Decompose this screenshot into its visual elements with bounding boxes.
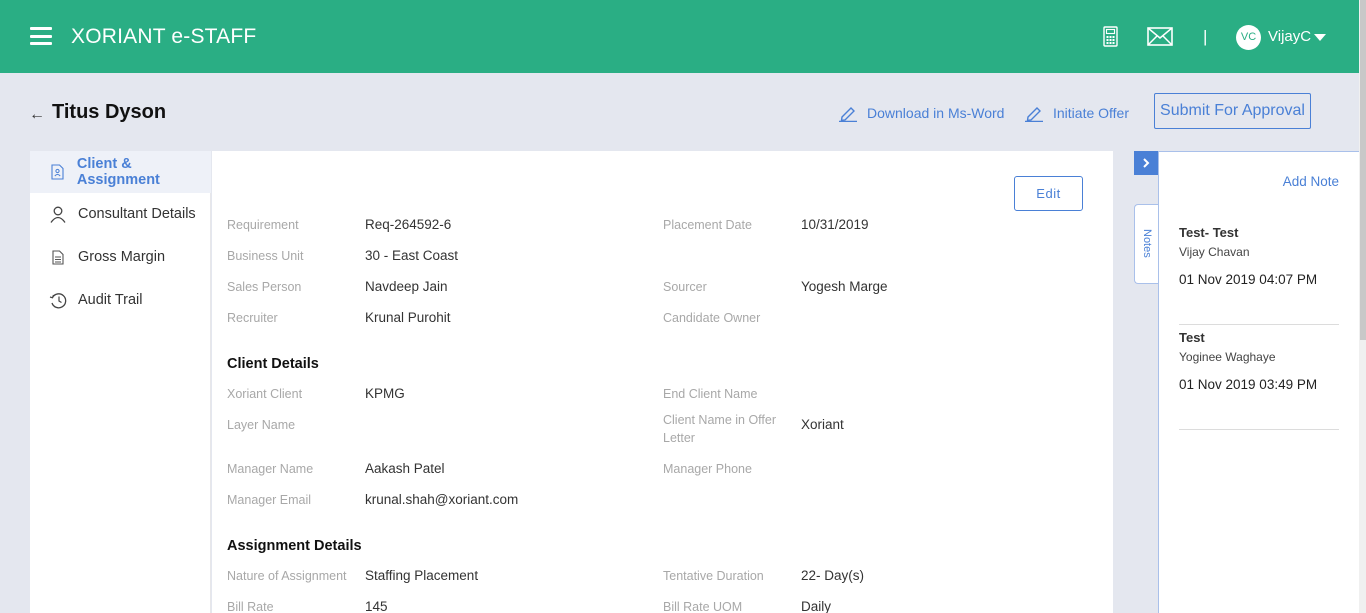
nav-item-audit-trail[interactable]: Audit Trail bbox=[30, 279, 211, 321]
top-bar: XORIANT e-STAFF | VC VijayC bbox=[0, 0, 1366, 73]
field-label: Nature of Assignment bbox=[227, 569, 347, 583]
initiate-offer-link[interactable]: Initiate Offer bbox=[1024, 104, 1129, 122]
nav-item-client-assignment[interactable]: Client & Assignment bbox=[30, 151, 211, 193]
tentative-duration-value: 22- Day(s) bbox=[801, 568, 865, 583]
field-label: Recruiter bbox=[227, 311, 278, 325]
field-label: Requirement bbox=[227, 218, 299, 232]
note-item[interactable]: Test- Test Vijay Chavan 01 Nov 2019 04:0… bbox=[1179, 225, 1339, 325]
field-label: Bill Rate UOM bbox=[663, 600, 743, 613]
field-label: Manager Name bbox=[227, 462, 314, 476]
download-ms-word-link[interactable]: Download in Ms-Word bbox=[838, 104, 1004, 122]
chevron-right-icon bbox=[1143, 158, 1150, 168]
calculator-icon[interactable] bbox=[1103, 26, 1118, 52]
xoriant-client-value: KPMG bbox=[365, 386, 405, 401]
field-label: Placement Date bbox=[663, 218, 752, 232]
menu-icon[interactable] bbox=[30, 27, 52, 45]
document-user-icon bbox=[47, 164, 68, 180]
nature-of-assignment-value: Staffing Placement bbox=[365, 568, 479, 583]
field-label: Bill Rate bbox=[227, 600, 274, 613]
field-label: Client Name in Offer bbox=[663, 413, 777, 427]
note-date: 01 Nov 2019 03:49 PM bbox=[1179, 377, 1318, 392]
nav-item-label: Consultant Details bbox=[78, 206, 196, 222]
field-label: End Client Name bbox=[663, 387, 758, 401]
left-nav: Client & Assignment Consultant Details G… bbox=[30, 151, 211, 613]
field-label: Manager Email bbox=[227, 493, 312, 507]
field-label: Xoriant Client bbox=[227, 387, 303, 401]
user-name[interactable]: VijayC bbox=[1268, 28, 1311, 45]
client-assignment-panel: Edit Requirement Req-264592-6 Placement … bbox=[212, 151, 1113, 613]
document-icon bbox=[47, 249, 69, 265]
business-unit-value: 30 - East Coast bbox=[365, 248, 459, 263]
field-label: Sales Person bbox=[227, 280, 302, 294]
person-icon bbox=[47, 206, 69, 223]
nav-item-label: Audit Trail bbox=[78, 292, 143, 308]
note-title: Test bbox=[1179, 330, 1205, 345]
manager-email-value: krunal.shah@xoriant.com bbox=[365, 492, 519, 507]
note-date: 01 Nov 2019 04:07 PM bbox=[1179, 272, 1318, 287]
add-note-link[interactable]: Add Note bbox=[1283, 174, 1339, 189]
header-separator: | bbox=[1203, 27, 1208, 46]
back-arrow-icon[interactable]: ← bbox=[29, 106, 45, 124]
app-title[interactable]: XORIANT e-STAFF bbox=[71, 25, 256, 49]
page-title: Titus Dyson bbox=[52, 101, 167, 123]
requirement-value: Req-264592-6 bbox=[365, 217, 452, 232]
scrollbar-thumb[interactable] bbox=[1360, 0, 1366, 340]
client-name-offer-value: Xoriant bbox=[801, 417, 844, 432]
note-author: Vijay Chavan bbox=[1179, 245, 1250, 259]
pencil-icon bbox=[1025, 107, 1043, 122]
field-label: Letter bbox=[663, 431, 695, 445]
edit-button[interactable]: Edit bbox=[1014, 176, 1083, 211]
bill-rate-value: 145 bbox=[365, 599, 388, 613]
field-label: Sourcer bbox=[663, 280, 707, 294]
placement-date-value: 10/31/2019 bbox=[801, 217, 869, 232]
field-label: Tentative Duration bbox=[663, 569, 764, 583]
section-heading: Client Details bbox=[227, 356, 319, 372]
manager-name-value: Aakash Patel bbox=[365, 461, 445, 476]
submit-for-approval-button[interactable]: Submit For Approval bbox=[1154, 93, 1311, 129]
note-title: Test- Test bbox=[1179, 225, 1239, 240]
bill-rate-uom-value: Daily bbox=[801, 599, 832, 613]
notes-tab[interactable]: Notes bbox=[1134, 204, 1159, 284]
download-ms-word-label: Download in Ms-Word bbox=[867, 105, 1005, 121]
pencil-icon bbox=[839, 107, 857, 122]
field-label: Business Unit bbox=[227, 249, 304, 263]
nav-item-consultant-details[interactable]: Consultant Details bbox=[30, 193, 211, 235]
field-label: Candidate Owner bbox=[663, 311, 761, 325]
section-heading: Assignment Details bbox=[227, 538, 362, 554]
note-author: Yoginee Waghaye bbox=[1179, 350, 1276, 364]
caret-down-icon[interactable] bbox=[1314, 34, 1326, 41]
field-label: Layer Name bbox=[227, 418, 296, 432]
recruiter-value: Krunal Purohit bbox=[365, 310, 451, 325]
notes-tab-label: Notes bbox=[1141, 229, 1153, 258]
field-label: Manager Phone bbox=[663, 462, 752, 476]
history-icon bbox=[47, 292, 69, 309]
notes-panel: Add Note Test- Test Vijay Chavan 01 Nov … bbox=[1158, 151, 1359, 613]
initiate-offer-label: Initiate Offer bbox=[1053, 105, 1130, 121]
avatar[interactable]: VC bbox=[1236, 25, 1261, 50]
mail-icon[interactable] bbox=[1147, 27, 1173, 51]
nav-item-gross-margin[interactable]: Gross Margin bbox=[30, 236, 211, 278]
note-item[interactable]: Test Yoginee Waghaye 01 Nov 2019 03:49 P… bbox=[1179, 330, 1339, 430]
nav-item-label: Gross Margin bbox=[78, 249, 166, 265]
collapse-notes-button[interactable] bbox=[1134, 151, 1158, 175]
sales-person-value: Navdeep Jain bbox=[365, 279, 448, 294]
sourcer-value: Yogesh Marge bbox=[801, 279, 888, 294]
nav-item-label: Client & Assignment bbox=[76, 156, 160, 188]
